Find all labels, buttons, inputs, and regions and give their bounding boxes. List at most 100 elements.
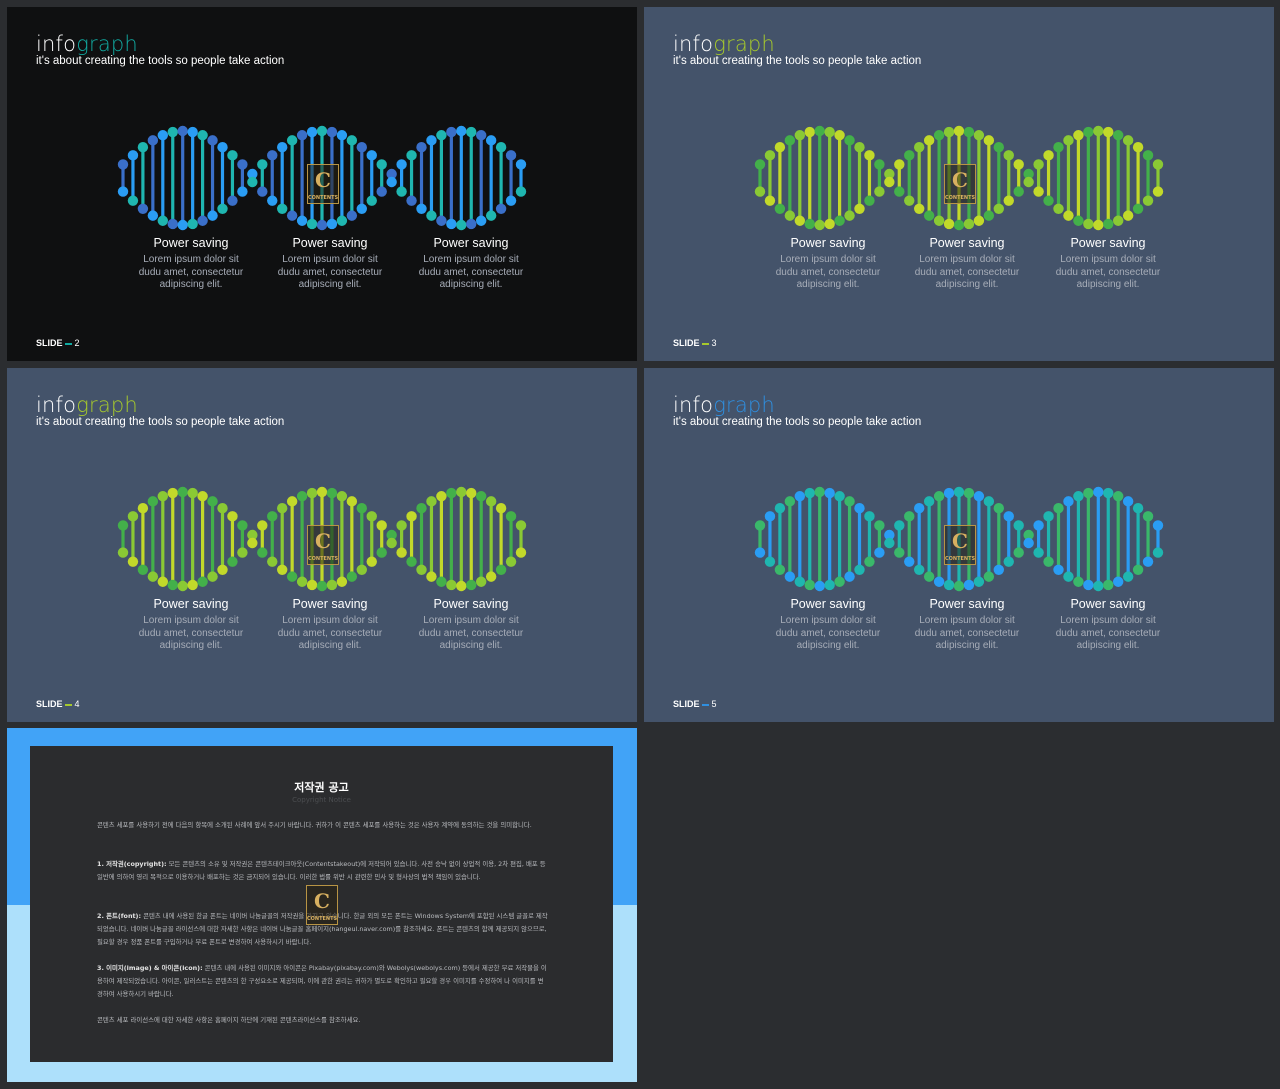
helix-node [983, 571, 995, 582]
helix-node [774, 203, 786, 215]
helix-node [1122, 496, 1134, 507]
helix-node [446, 487, 457, 499]
logo-caption: CONTENTS [307, 916, 338, 922]
helix-node [495, 502, 507, 514]
feature-item: Power saving Lorem ipsum dolor sit dudu … [255, 236, 405, 292]
helix-node [187, 126, 198, 138]
helix-node [1043, 195, 1054, 206]
helix-node [426, 571, 437, 582]
helix-node [764, 150, 776, 161]
contents-logo: C CONTENTS [307, 164, 339, 204]
slide-number: 3 [711, 338, 717, 348]
feature-heading: Power saving [790, 236, 866, 250]
notice-card: 저작권 공고 Copyright Notice 콘텐츠 세포를 사용하기 전에 … [30, 746, 613, 1062]
feature-heading: Power saving [433, 236, 509, 250]
helix-node [336, 130, 348, 141]
helix-node [277, 502, 288, 514]
helix-node [993, 141, 1004, 153]
helix-node [804, 126, 815, 138]
notice-font-heading: 2. 폰트(font): [97, 912, 142, 920]
helix-node [177, 125, 188, 137]
helix-node [306, 126, 318, 138]
helix-node [147, 496, 159, 507]
helix-node [177, 219, 188, 231]
slide-number: 2 [74, 338, 80, 348]
helix-node [257, 159, 268, 170]
helix-node [187, 218, 198, 230]
slide-thumbnail[interactable]: infograph it's about creating the tools s… [7, 7, 637, 361]
logo-caption: CONTENTS [308, 195, 339, 201]
slide-footer: SLIDE 3 [673, 338, 717, 348]
helix-node [874, 547, 885, 558]
slide-thumbnail[interactable]: infograph it's about creating the tools s… [644, 368, 1274, 722]
helix-node [933, 576, 945, 587]
slide-footer: SLIDE 2 [36, 338, 80, 348]
notice-copyright-heading: 1. 저작권(copyright): [97, 860, 167, 868]
helix-node [127, 195, 139, 206]
helix-node [296, 130, 308, 141]
helix-node [1142, 511, 1154, 522]
helix-node [505, 556, 517, 567]
feature-body: Lorem ipsum dolor sit dudu amet, consect… [418, 615, 524, 651]
feature-heading: Power saving [153, 597, 229, 611]
helix-node [943, 579, 955, 591]
helix-node [1003, 195, 1014, 206]
feature-item: Power saving Lorem ipsum dolor sit dudu … [753, 597, 903, 653]
helix-node [446, 218, 457, 230]
helix-node [336, 491, 348, 502]
helix-node [197, 491, 208, 502]
helix-node [257, 520, 268, 531]
helix-node [1093, 219, 1104, 231]
helix-node [884, 537, 895, 549]
helix-node [356, 141, 367, 153]
helix-node [137, 141, 149, 153]
helix-node [1053, 502, 1064, 514]
helix-node [267, 511, 278, 522]
helix-node [1142, 150, 1154, 161]
helix-node [207, 210, 218, 221]
helix-node [336, 576, 348, 587]
helix-node [1083, 218, 1094, 230]
helix-node [227, 150, 238, 161]
helix-node [933, 130, 945, 141]
helix-node [784, 135, 796, 146]
helix-node [754, 547, 766, 558]
helix-node [983, 135, 995, 146]
helix-node [864, 150, 875, 161]
helix-node [485, 210, 497, 221]
copyright-notice-slide: 저작권 공고 Copyright Notice 콘텐츠 세포를 사용하기 전에 … [7, 728, 637, 1082]
helix-node [207, 571, 218, 582]
helix-node [1073, 215, 1084, 226]
helix-node [426, 210, 437, 221]
helix-node [1113, 215, 1124, 226]
helix-node [933, 215, 945, 226]
feature-item: Power saving Lorem ipsum dolor sit dudu … [892, 236, 1042, 292]
helix-node [336, 215, 348, 226]
helix-node [515, 159, 527, 170]
notice-image-heading: 3. 이미지(image) & 아이콘(icon): [97, 964, 203, 972]
helix-node [923, 496, 935, 507]
slide-thumbnail[interactable]: infograph it's about creating the tools s… [644, 7, 1274, 361]
helix-node [376, 159, 387, 170]
helix-node [754, 186, 766, 197]
helix-node [1053, 203, 1064, 215]
helix-node [237, 520, 248, 531]
slide-label: SLIDE [673, 338, 700, 348]
helix-node [784, 571, 796, 582]
helix-node [1083, 126, 1094, 138]
helix-node [1132, 564, 1144, 576]
helix-node [894, 159, 905, 170]
helix-node [1013, 159, 1024, 170]
helix-node [1003, 150, 1014, 161]
feature-item: Power saving Lorem ipsum dolor sit dudu … [753, 236, 903, 292]
helix-node [217, 203, 228, 215]
feature-body: Lorem ipsum dolor sit dudu amet, consect… [138, 615, 244, 651]
helix-node [476, 130, 487, 141]
slide-thumbnail[interactable]: infograph it's about creating the tools s… [7, 368, 637, 722]
helix-node [824, 126, 835, 138]
slide-dash [64, 703, 72, 706]
helix-node [844, 571, 855, 582]
helix-node [426, 135, 437, 146]
helix-node [923, 571, 935, 582]
helix-node [316, 580, 328, 592]
